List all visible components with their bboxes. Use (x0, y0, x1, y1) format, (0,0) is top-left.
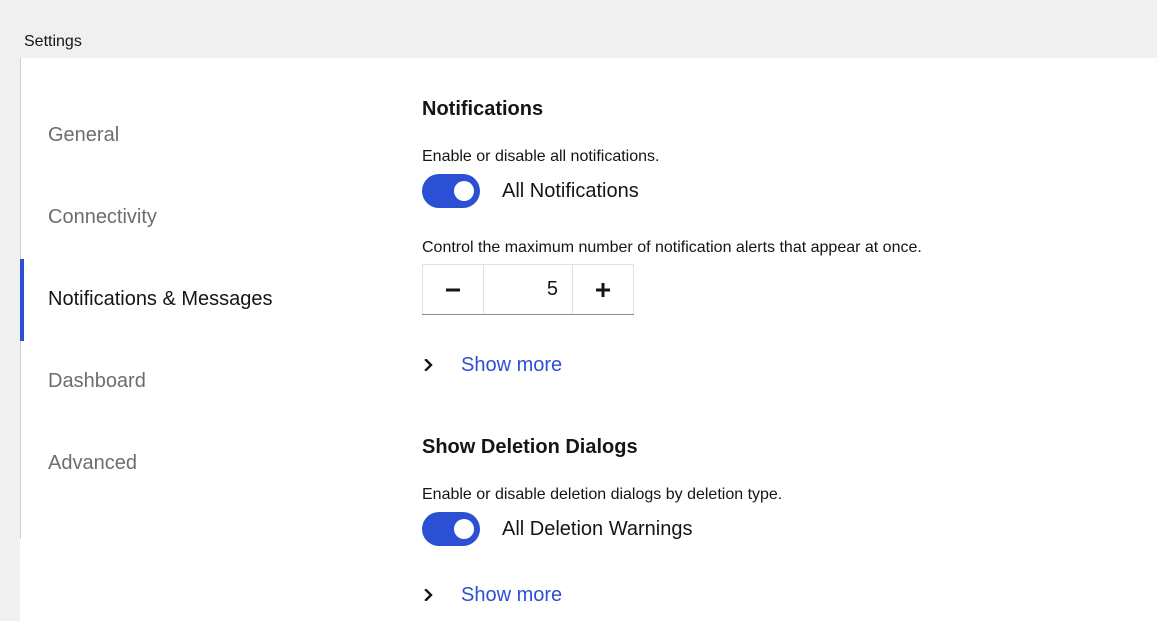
sidebar-item-connectivity[interactable]: Connectivity (21, 177, 361, 257)
max-alerts-stepper: 5 (422, 264, 634, 315)
max-alerts-value[interactable]: 5 (484, 264, 572, 314)
all-deletion-warnings-label: All Deletion Warnings (502, 517, 693, 540)
deletion-section-title: Show Deletion Dialogs (422, 436, 638, 458)
settings-sidebar: General Connectivity Notifications & Mes… (20, 58, 380, 539)
show-more-link[interactable]: Show more (461, 354, 562, 377)
chevron-right-icon (422, 588, 436, 602)
notifications-description: Enable or disable all notifications. (422, 148, 660, 165)
all-notifications-switch[interactable] (422, 174, 480, 208)
max-alerts-description: Control the maximum number of notificati… (422, 239, 922, 256)
sidebar-item-label: Advanced (48, 451, 137, 474)
switch-knob (454, 181, 474, 201)
sidebar-item-dashboard[interactable]: Dashboard (21, 341, 361, 421)
show-more-link[interactable]: Show more (461, 584, 562, 607)
all-deletion-warnings-toggle-row: All Deletion Warnings (422, 512, 692, 546)
plus-icon (596, 282, 610, 297)
sidebar-item-label: Notifications & Messages (48, 287, 273, 310)
sidebar-item-general[interactable]: General (21, 95, 361, 175)
minus-icon (446, 288, 460, 291)
settings-panel: General Connectivity Notifications & Mes… (20, 58, 1157, 621)
settings-page: Settings General Connectivity Notificati… (0, 0, 1157, 621)
notifications-section-title: Notifications (422, 98, 544, 120)
sidebar-item-advanced[interactable]: Advanced (21, 423, 361, 503)
deletion-show-more[interactable]: Show more (422, 582, 562, 608)
sidebar-item-notifications-messages[interactable]: Notifications & Messages (20, 259, 361, 341)
notifications-show-more[interactable]: Show more (422, 352, 562, 378)
page-title: Settings (24, 33, 82, 50)
deletion-description: Enable or disable deletion dialogs by de… (422, 486, 783, 503)
all-deletion-warnings-switch[interactable] (422, 512, 480, 546)
decrement-button[interactable] (422, 264, 484, 314)
chevron-right-icon (422, 358, 436, 372)
increment-button[interactable] (572, 264, 634, 314)
sidebar-item-label: Dashboard (48, 369, 146, 392)
all-notifications-label: All Notifications (502, 179, 639, 202)
all-notifications-toggle-row: All Notifications (422, 174, 639, 208)
sidebar-item-label: General (48, 123, 120, 146)
sidebar-item-label: Connectivity (48, 205, 157, 228)
switch-knob (454, 519, 474, 539)
